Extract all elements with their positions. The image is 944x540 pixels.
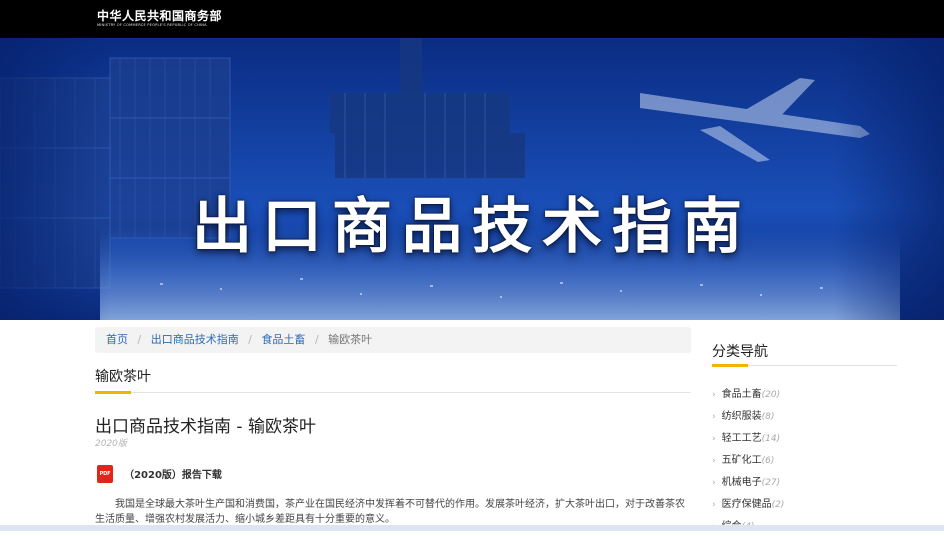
sidebar-accent-bar bbox=[712, 364, 748, 367]
category-count: (6) bbox=[761, 456, 775, 466]
report-download-link[interactable]: PDF （2020版）报告下载 bbox=[97, 463, 222, 483]
top-bar: 中华人民共和国商务部 MINISTRY OF COMMERCE PEOPLE'S… bbox=[0, 0, 944, 38]
chevron-right-icon: › bbox=[712, 456, 716, 466]
breadcrumb-home[interactable]: 首页 bbox=[106, 333, 128, 346]
category-item-light-industry[interactable]: › 轻工工艺(14) bbox=[712, 430, 897, 452]
category-label[interactable]: 纺织服装 bbox=[722, 411, 762, 422]
breadcrumb-current: 输欧茶叶 bbox=[328, 333, 373, 346]
category-label[interactable]: 食品土畜 bbox=[722, 389, 762, 400]
logo-english-text: MINISTRY OF COMMERCE PEOPLE'S REPUBLIC O… bbox=[97, 23, 207, 27]
pdf-icon-text: PDF bbox=[99, 470, 111, 477]
sidebar-heading: 分类导航 bbox=[712, 340, 897, 367]
pdf-icon[interactable]: PDF bbox=[97, 464, 113, 483]
logo-chinese-text: 中华人民共和国商务部 bbox=[97, 9, 223, 23]
category-item-food-livestock[interactable]: › 食品土畜(20) bbox=[712, 386, 897, 408]
banner-title: 出口商品技术指南 bbox=[192, 192, 752, 262]
category-label[interactable]: 医疗保健品 bbox=[722, 499, 772, 510]
category-nav-list: › 食品土畜(20) › 纺织服装(8) › 轻工工艺(14) › 五矿化工(6) › 机… bbox=[712, 386, 897, 540]
chevron-right-icon: › bbox=[712, 412, 716, 422]
breadcrumb-separator: / bbox=[314, 333, 319, 346]
chevron-right-icon: › bbox=[712, 478, 716, 488]
category-label[interactable]: 机械电子 bbox=[722, 477, 762, 488]
category-count: (14) bbox=[761, 434, 781, 444]
category-item-minerals-chemicals[interactable]: › 五矿化工(6) bbox=[712, 452, 897, 474]
section-accent-bar bbox=[95, 391, 131, 394]
mofcom-logo[interactable]: 中华人民共和国商务部 MINISTRY OF COMMERCE PEOPLE'S… bbox=[97, 10, 222, 28]
category-count: (2) bbox=[771, 500, 785, 510]
article-edition: 2020版 bbox=[95, 439, 127, 449]
category-item-machinery-electronics[interactable]: › 机械电子(27) bbox=[712, 474, 897, 496]
section-heading: 输欧茶叶 bbox=[95, 366, 691, 394]
breadcrumb: 首页 / 出口商品技术指南 / 食品土畜 / 输欧茶叶 bbox=[95, 327, 691, 353]
download-label[interactable]: （2020版）报告下载 bbox=[124, 466, 222, 481]
category-count: (20) bbox=[761, 390, 781, 400]
category-item-textiles[interactable]: › 纺织服装(8) bbox=[712, 408, 897, 430]
breadcrumb-export-guide[interactable]: 出口商品技术指南 bbox=[151, 333, 239, 346]
hero-banner: 出口商品技术指南 bbox=[0, 38, 944, 320]
breadcrumb-food-livestock[interactable]: 食品土畜 bbox=[261, 333, 305, 346]
category-count: (27) bbox=[761, 478, 781, 488]
article-title: 出口商品技术指南 - 输欧茶叶 bbox=[95, 417, 316, 437]
sidebar-title: 分类导航 bbox=[712, 344, 768, 360]
breadcrumb-separator: / bbox=[137, 333, 142, 346]
category-label[interactable]: 轻工工艺 bbox=[722, 433, 762, 444]
chevron-right-icon: › bbox=[712, 500, 716, 510]
category-label[interactable]: 五矿化工 bbox=[722, 455, 762, 466]
section-title: 输欧茶叶 bbox=[95, 369, 151, 385]
article-body: 我国是全球最大茶叶生产国和消费国，茶产业在国民经济中发挥着不可替代的作用。发展茶… bbox=[95, 499, 685, 525]
chevron-right-icon: › bbox=[712, 434, 716, 444]
category-item-healthcare[interactable]: › 医疗保健品(2) bbox=[712, 496, 897, 518]
bottom-scroll-strip bbox=[0, 525, 944, 531]
category-count: (8) bbox=[761, 412, 775, 422]
breadcrumb-separator: / bbox=[248, 333, 252, 346]
chevron-right-icon: › bbox=[712, 390, 716, 400]
